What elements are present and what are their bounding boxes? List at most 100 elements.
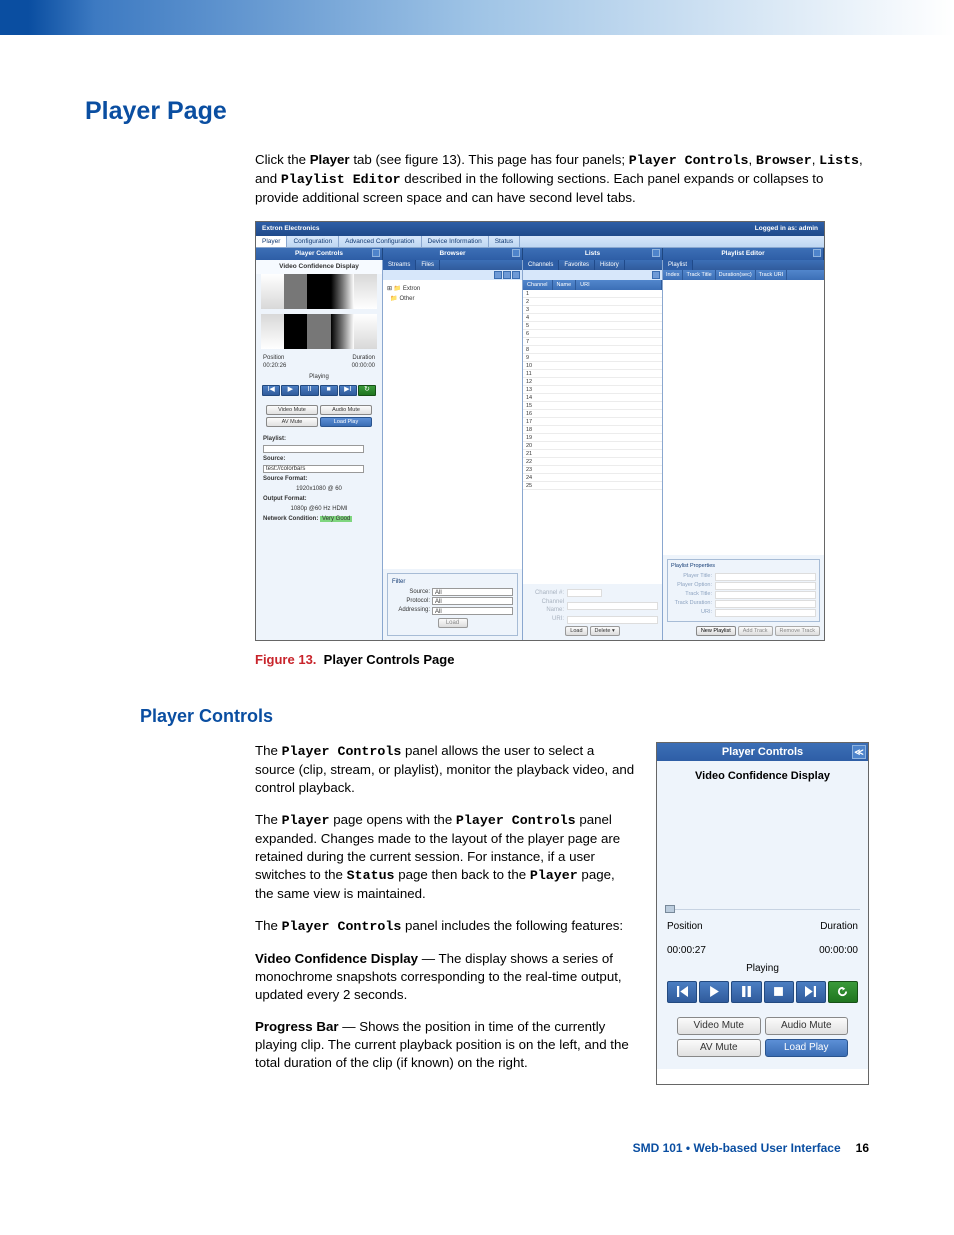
- table-row[interactable]: 18: [523, 426, 662, 434]
- delete-button[interactable]: Delete ▾: [590, 626, 620, 636]
- table-row[interactable]: 20: [523, 442, 662, 450]
- player-title-input[interactable]: [715, 573, 816, 581]
- prev-button[interactable]: I◀: [262, 385, 280, 396]
- load-button[interactable]: Load: [565, 626, 587, 636]
- channel-uri-input[interactable]: [567, 616, 658, 624]
- channel-name-input[interactable]: [567, 602, 658, 610]
- tool-icon[interactable]: [503, 271, 511, 279]
- playlist-input[interactable]: [263, 445, 364, 453]
- pause-button[interactable]: II: [300, 385, 318, 396]
- tab-device-info[interactable]: Device Information: [422, 236, 489, 247]
- load-play-button[interactable]: Load Play: [320, 417, 372, 427]
- table-row[interactable]: 12: [523, 378, 662, 386]
- table-row[interactable]: 15: [523, 402, 662, 410]
- table-row[interactable]: 3: [523, 306, 662, 314]
- tab-channels[interactable]: Channels: [523, 260, 559, 270]
- collapse-icon[interactable]: [813, 249, 821, 257]
- av-mute-button[interactable]: AV Mute: [677, 1039, 761, 1057]
- next-button[interactable]: ▶I: [339, 385, 357, 396]
- stop-button[interactable]: [764, 981, 794, 1003]
- source-input[interactable]: test://colorbars: [263, 465, 364, 473]
- track-title-input[interactable]: [715, 591, 816, 599]
- track-duration-input[interactable]: [715, 600, 816, 608]
- table-row[interactable]: 4: [523, 314, 662, 322]
- play-state: Playing: [256, 373, 382, 381]
- table-row[interactable]: 17: [523, 418, 662, 426]
- table-row[interactable]: 2: [523, 298, 662, 306]
- top-nav-tabs: Player Configuration Advanced Configurat…: [256, 236, 824, 248]
- table-row[interactable]: 1: [523, 290, 662, 298]
- addressing-select[interactable]: All: [432, 607, 513, 615]
- loop-button[interactable]: [828, 981, 858, 1003]
- tab-player[interactable]: Player: [256, 236, 287, 247]
- progress-handle[interactable]: [665, 905, 675, 913]
- table-row[interactable]: 7: [523, 338, 662, 346]
- confidence-display: [665, 846, 860, 896]
- table-row[interactable]: 19: [523, 434, 662, 442]
- channel-grid[interactable]: 1234567891011121314151617181920212223242…: [523, 290, 662, 585]
- collapse-icon[interactable]: [652, 249, 660, 257]
- loop-button[interactable]: ↻: [358, 385, 376, 396]
- tab-status[interactable]: Status: [489, 236, 520, 247]
- load-button[interactable]: Load: [438, 618, 468, 628]
- table-row[interactable]: 23: [523, 466, 662, 474]
- tool-icon[interactable]: [512, 271, 520, 279]
- prev-button[interactable]: [667, 981, 697, 1003]
- next-button[interactable]: [796, 981, 826, 1003]
- protocol-select[interactable]: All: [432, 597, 513, 605]
- tab-files[interactable]: Files: [416, 260, 440, 270]
- panel-header-playlist-editor: Playlist Editor: [663, 248, 824, 260]
- table-row[interactable]: 14: [523, 394, 662, 402]
- load-play-button[interactable]: Load Play: [765, 1039, 849, 1057]
- table-row[interactable]: 22: [523, 458, 662, 466]
- table-row[interactable]: 5: [523, 322, 662, 330]
- tab-adv-configuration[interactable]: Advanced Configuration: [339, 236, 421, 247]
- panel-header-player-controls: Player Controls: [256, 248, 383, 260]
- track-uri-input[interactable]: [715, 609, 816, 617]
- play-button[interactable]: ▶: [281, 385, 299, 396]
- collapse-icon[interactable]: [372, 249, 380, 257]
- tool-icon[interactable]: [652, 271, 660, 279]
- tool-icon[interactable]: [494, 271, 502, 279]
- audio-mute-button[interactable]: Audio Mute: [320, 405, 372, 415]
- source-label: Source:: [256, 454, 382, 464]
- table-row[interactable]: 8: [523, 346, 662, 354]
- channel-num-input[interactable]: [567, 589, 602, 597]
- stream-tree[interactable]: ⊞ 📁 Extron 📁 Other: [383, 280, 522, 570]
- output-format-label: Output Format:: [256, 494, 382, 504]
- table-row[interactable]: 9: [523, 354, 662, 362]
- tree-item: 📁 Other: [387, 294, 518, 304]
- add-track-button[interactable]: Add Track: [738, 626, 773, 636]
- confidence-display: [665, 790, 860, 840]
- body-text-column: The Player Controls panel allows the use…: [255, 742, 636, 1085]
- table-row[interactable]: 13: [523, 386, 662, 394]
- tab-playlist[interactable]: Playlist: [663, 260, 693, 270]
- av-mute-button[interactable]: AV Mute: [266, 417, 318, 427]
- new-playlist-button[interactable]: New Playlist: [696, 626, 736, 636]
- table-row[interactable]: 10: [523, 362, 662, 370]
- table-row[interactable]: 25: [523, 482, 662, 490]
- stop-button[interactable]: ■: [320, 385, 338, 396]
- audio-mute-button[interactable]: Audio Mute: [765, 1017, 849, 1035]
- collapse-icon[interactable]: [512, 249, 520, 257]
- table-row[interactable]: 24: [523, 474, 662, 482]
- remove-track-button[interactable]: Remove Track: [775, 626, 820, 636]
- collapse-icon[interactable]: ≪: [852, 745, 866, 759]
- tab-history[interactable]: History: [595, 260, 625, 270]
- video-mute-button[interactable]: Video Mute: [266, 405, 318, 415]
- pause-button[interactable]: [731, 981, 761, 1003]
- play-button[interactable]: [699, 981, 729, 1003]
- table-row[interactable]: 16: [523, 410, 662, 418]
- panel-header: Player Controls≪: [657, 743, 868, 761]
- tab-streams[interactable]: Streams: [383, 260, 416, 270]
- table-row[interactable]: 21: [523, 450, 662, 458]
- browser-subtabs: Streams Files: [383, 260, 522, 270]
- table-row[interactable]: 11: [523, 370, 662, 378]
- source-select[interactable]: All: [432, 588, 513, 596]
- video-mute-button[interactable]: Video Mute: [677, 1017, 761, 1035]
- tab-favorites[interactable]: Favorites: [559, 260, 595, 270]
- tab-configuration[interactable]: Configuration: [287, 236, 339, 247]
- playlist-grid[interactable]: [663, 280, 824, 556]
- player-option-input[interactable]: [715, 582, 816, 590]
- table-row[interactable]: 6: [523, 330, 662, 338]
